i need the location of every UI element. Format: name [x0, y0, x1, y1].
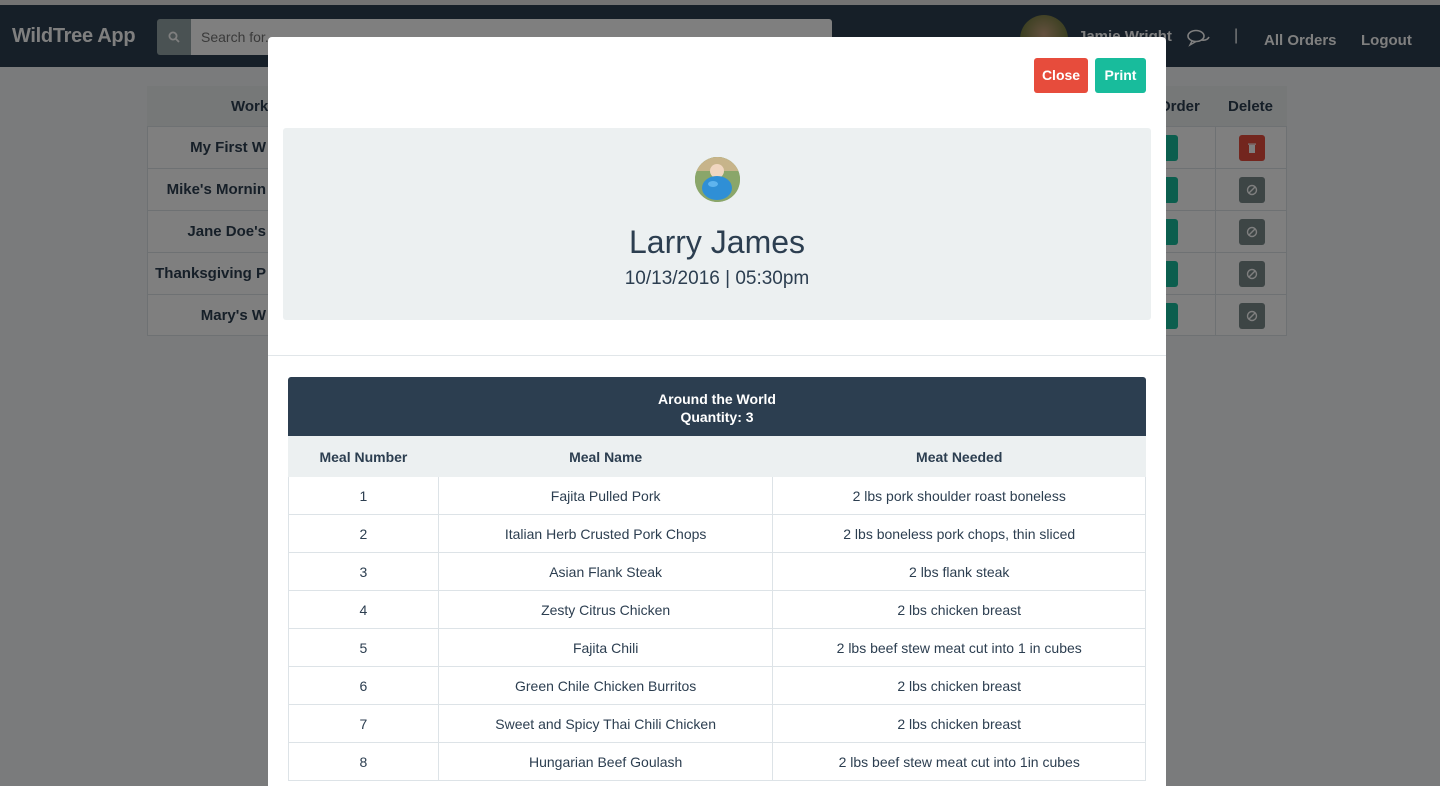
table-row: 3 Asian Flank Steak 2 lbs flank steak — [288, 552, 1146, 591]
meat-needed: 2 lbs beef stew meat cut into 1in cubes — [772, 742, 1146, 781]
meal-name: Asian Flank Steak — [437, 552, 774, 591]
meat-needed: 2 lbs pork shoulder roast boneless — [772, 476, 1146, 515]
meal-name: Green Chile Chicken Burritos — [437, 666, 774, 705]
meal-number: 8 — [288, 742, 439, 781]
table-row: 5 Fajita Chili 2 lbs beef stew meat cut … — [288, 628, 1146, 667]
modal-divider — [268, 355, 1166, 356]
meal-number: 4 — [288, 590, 439, 629]
table-row: 6 Green Chile Chicken Burritos 2 lbs chi… — [288, 666, 1146, 705]
header-meat-needed: Meat Needed — [772, 436, 1146, 477]
meat-needed: 2 lbs chicken breast — [772, 590, 1146, 629]
order-modal: Close Print Larry James 10/13/2016 | 05:… — [268, 37, 1166, 786]
customer-name: Larry James — [628, 224, 806, 260]
meat-needed: 2 lbs chicken breast — [772, 704, 1146, 743]
meal-name: Hungarian Beef Goulash — [437, 742, 774, 781]
table-row: 8 Hungarian Beef Goulash 2 lbs beef stew… — [288, 742, 1146, 781]
package-header: Around the World Quantity: 3 — [288, 377, 1146, 436]
table-row: 4 Zesty Citrus Chicken 2 lbs chicken bre… — [288, 590, 1146, 629]
meal-name: Italian Herb Crusted Pork Chops — [437, 514, 774, 553]
order-datetime: 10/13/2016 | 05:30pm — [624, 268, 810, 289]
meal-number: 1 — [288, 476, 439, 515]
meals-table: Meal Number Meal Name Meat Needed 1 Faji… — [288, 436, 1146, 781]
meal-number: 5 — [288, 628, 439, 667]
meal-name: Sweet and Spicy Thai Chili Chicken — [437, 704, 774, 743]
meal-number: 3 — [288, 552, 439, 591]
meals-table-header: Meal Number Meal Name Meat Needed — [288, 436, 1146, 477]
customer-avatar — [695, 157, 740, 202]
meat-needed: 2 lbs beef stew meat cut into 1 in cubes — [772, 628, 1146, 667]
print-button[interactable]: Print — [1095, 58, 1146, 93]
meal-name: Fajita Pulled Pork — [437, 476, 774, 515]
meal-name: Zesty Citrus Chicken — [437, 590, 774, 629]
avatar-image — [695, 157, 740, 202]
meal-number: 7 — [288, 704, 439, 743]
table-row: 1 Fajita Pulled Pork 2 lbs pork shoulder… — [288, 476, 1146, 515]
package-title: Around the World — [658, 391, 776, 407]
table-row: 7 Sweet and Spicy Thai Chili Chicken 2 l… — [288, 704, 1146, 743]
package-quantity: Quantity: 3 — [680, 409, 754, 425]
table-row: 2 Italian Herb Crusted Pork Chops 2 lbs … — [288, 514, 1146, 553]
meat-needed: 2 lbs chicken breast — [772, 666, 1146, 705]
meal-name: Fajita Chili — [437, 628, 774, 667]
customer-header: Larry James 10/13/2016 | 05:30pm — [283, 128, 1151, 320]
header-meal-name: Meal Name — [437, 436, 774, 477]
meal-number: 6 — [288, 666, 439, 705]
meat-needed: 2 lbs flank steak — [772, 552, 1146, 591]
meal-number: 2 — [288, 514, 439, 553]
header-meal-number: Meal Number — [288, 436, 439, 477]
close-button[interactable]: Close — [1034, 58, 1088, 93]
meat-needed: 2 lbs boneless pork chops, thin sliced — [772, 514, 1146, 553]
